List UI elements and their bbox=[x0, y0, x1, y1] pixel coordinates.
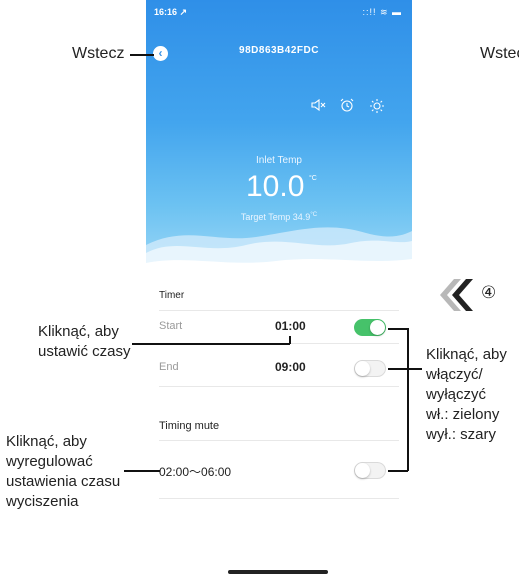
back-connector bbox=[130, 54, 154, 56]
inlet-temp-unit: °C bbox=[309, 175, 317, 182]
adjust-mute-connector bbox=[124, 470, 160, 472]
toggle-connector bbox=[388, 328, 408, 330]
divider bbox=[159, 386, 399, 387]
sun-icon[interactable] bbox=[368, 98, 386, 117]
toggle-knob bbox=[355, 463, 370, 478]
timing-mute-title: Timing mute bbox=[159, 420, 220, 432]
toggle-connector bbox=[407, 368, 422, 370]
device-id-title: 98D863B42FDC bbox=[239, 45, 319, 56]
step-number: ④ bbox=[481, 283, 497, 302]
toggle-connector bbox=[388, 368, 408, 370]
set-times-annotation: Kliknąć, aby ustawić czasy bbox=[38, 322, 131, 362]
annotation-line: Kliknąć, aby bbox=[426, 346, 507, 363]
toggle-annotation: Kliknąć, aby włączyć/ wyłączyć wł.: ziel… bbox=[426, 345, 507, 445]
annotation-line: włączyć/ bbox=[426, 366, 483, 383]
annotation-line: wył.: szary bbox=[426, 426, 497, 443]
annotation-line: ustawić czasy bbox=[38, 343, 131, 360]
back-annotation: Wstecz bbox=[72, 45, 125, 62]
timer-section-title: Timer bbox=[159, 290, 185, 301]
end-time[interactable]: 09:00 bbox=[275, 360, 306, 374]
adjust-mute-annotation: Kliknąć, aby wyregulować ustawienia czas… bbox=[6, 432, 120, 512]
phone-screen: 16:16 ↗ ::!! ≋ ▬ ‹ 98D863B42FDC Inlet Te… bbox=[146, 0, 412, 574]
set-times-connector-tick bbox=[289, 336, 291, 344]
annotation-line: ustawienia czasu bbox=[6, 473, 121, 490]
toggle-knob bbox=[355, 361, 370, 376]
annotation-line: Kliknąć, aby bbox=[38, 323, 119, 340]
start-time[interactable]: 01:00 bbox=[275, 319, 306, 333]
status-icons: ::!! ≋ ▬ bbox=[362, 7, 402, 17]
step-chevron-icon bbox=[432, 275, 482, 320]
mute-icon[interactable] bbox=[309, 98, 327, 115]
toggle-connector bbox=[388, 470, 408, 472]
end-label: End bbox=[159, 361, 179, 373]
toggle-knob bbox=[370, 320, 385, 335]
home-indicator bbox=[228, 570, 328, 574]
inlet-temp-label: Inlet Temp bbox=[256, 155, 302, 166]
wave-decoration bbox=[146, 227, 412, 274]
annotation-line: wyregulować bbox=[6, 453, 93, 470]
set-times-connector bbox=[132, 343, 290, 345]
alarm-icon[interactable] bbox=[338, 98, 356, 115]
start-label: Start bbox=[159, 320, 183, 332]
annotation-line: Kliknąć, aby bbox=[6, 433, 87, 450]
divider bbox=[159, 440, 399, 441]
annotation-line: wł.: zielony bbox=[426, 406, 500, 423]
divider bbox=[159, 498, 399, 499]
inlet-temp-value: 10.0 bbox=[246, 170, 305, 203]
status-time: 16:16 ↗ bbox=[154, 7, 188, 17]
temperature-header: 16:16 ↗ ::!! ≋ ▬ ‹ 98D863B42FDC Inlet Te… bbox=[146, 0, 412, 274]
end-toggle[interactable] bbox=[354, 360, 386, 377]
start-toggle[interactable] bbox=[354, 319, 386, 336]
mute-toggle[interactable] bbox=[354, 462, 386, 479]
divider bbox=[159, 310, 399, 311]
annotation-line: wyłączyć bbox=[426, 386, 487, 403]
mute-time-range[interactable]: 02:00～06:00 bbox=[159, 463, 231, 480]
timing-mute-row[interactable]: 02:00～06:00 bbox=[146, 456, 412, 486]
annotation-line: wyciszenia bbox=[6, 493, 79, 510]
timer-start-row[interactable]: Start 01:00 bbox=[146, 312, 412, 342]
toggle-connector-vertical bbox=[407, 328, 409, 471]
back-annotation-right: Wstec bbox=[480, 45, 519, 62]
timer-end-row[interactable]: End 09:00 bbox=[146, 353, 412, 383]
